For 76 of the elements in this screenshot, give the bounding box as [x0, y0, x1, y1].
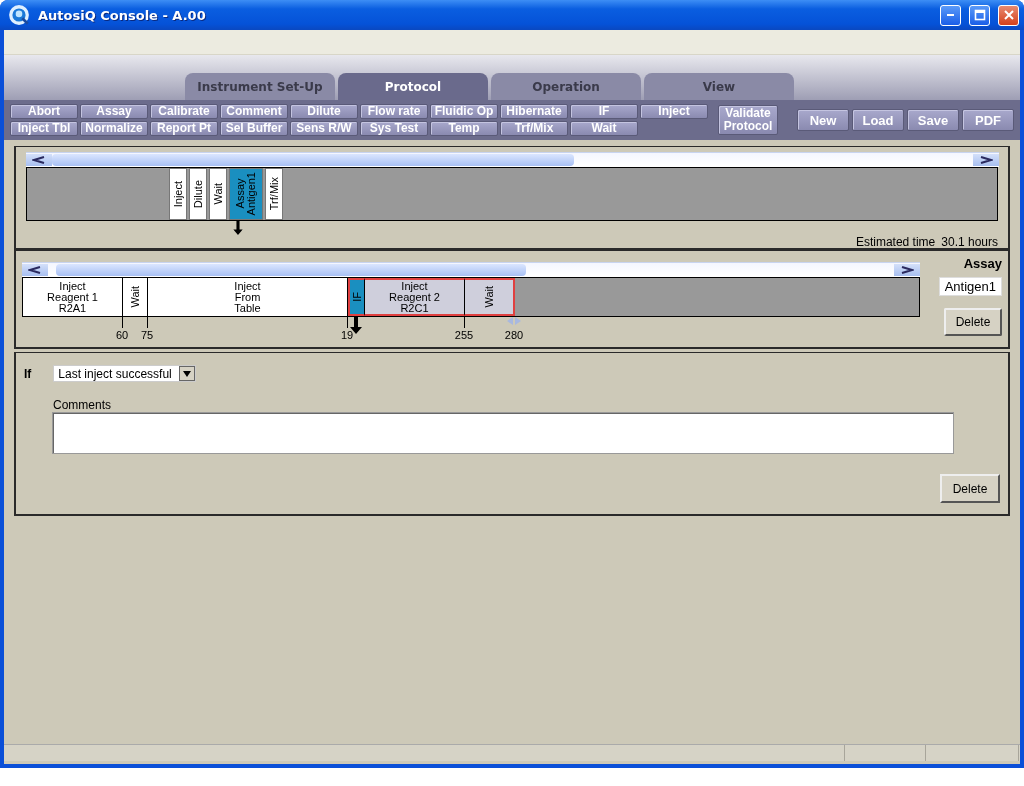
timeline-step[interactable]: Trf/Mix	[265, 168, 283, 220]
sequence-step[interactable]: IF	[348, 278, 365, 316]
timeline-step[interactable]: Assay Antigen1	[229, 168, 263, 220]
tab[interactable]: Instrument Set-Up	[185, 73, 335, 100]
step-button[interactable]: Inject	[640, 104, 708, 119]
scrollbar[interactable]	[26, 152, 999, 167]
dropdown-arrow-icon	[183, 369, 192, 378]
close-icon	[1002, 9, 1015, 21]
sequence-step[interactable]: Inject From Table	[148, 278, 348, 316]
step-button[interactable]: Dilute	[290, 104, 358, 119]
scrollbar-thumb[interactable]	[52, 154, 574, 166]
app-logo-icon	[8, 4, 30, 26]
step-button[interactable]: Fluidic Op	[430, 104, 498, 119]
step-button[interactable]: Trf/Mix	[500, 121, 568, 136]
scrollbar[interactable]	[22, 262, 920, 277]
file-button[interactable]: New	[797, 109, 849, 131]
step-button[interactable]: Temp	[430, 121, 498, 136]
estimated-time-label: Estimated time	[855, 235, 936, 249]
tick-label: 75	[140, 329, 154, 341]
chevron-right-icon	[979, 156, 993, 164]
sequence-step[interactable]: Inject Reagent 2 R2C1	[365, 278, 465, 316]
chevron-left-icon	[28, 266, 42, 274]
step-button[interactable]: Report Pt	[150, 121, 218, 136]
step-button[interactable]: IF	[570, 104, 638, 119]
validate-protocol-button[interactable]: Validate Protocol	[718, 105, 778, 135]
minimize-button[interactable]	[940, 4, 961, 26]
chevron-right-icon	[900, 266, 914, 274]
timeline-step[interactable]: Inject	[169, 168, 187, 220]
estimated-time-value: 30.1 hours	[941, 235, 998, 249]
step-button[interactable]: Calibrate	[150, 104, 218, 119]
delete-button[interactable]: Delete	[940, 474, 1000, 503]
maximize-button[interactable]	[969, 4, 990, 26]
dropdown-value: Last inject successful	[58, 366, 172, 381]
tick-label: 60	[115, 329, 129, 341]
maximize-icon	[973, 9, 986, 21]
tick-label: 19	[340, 329, 354, 341]
if-label: If	[24, 366, 32, 381]
tab[interactable]: Protocol	[338, 73, 488, 100]
step-button[interactable]: Sel Buffer	[220, 121, 288, 136]
delete-button[interactable]: Delete	[944, 308, 1002, 336]
sequence-step[interactable]: Inject Reagent 1 R2A1	[23, 278, 123, 316]
condition-dropdown[interactable]: Last inject successful	[53, 365, 197, 382]
sequence-step[interactable]: Wait	[123, 278, 148, 316]
scroll-right-button[interactable]	[894, 264, 920, 276]
timeline-step[interactable]: Wait	[209, 168, 227, 220]
scroll-right-button[interactable]	[973, 154, 999, 166]
comments-field[interactable]	[52, 412, 954, 454]
step-button[interactable]: Flow rate	[360, 104, 428, 119]
scrollbar-thumb[interactable]	[56, 264, 526, 276]
assay-name-field[interactable]: Antigen1	[938, 277, 1002, 296]
sequence-step[interactable]: Wait	[465, 278, 515, 316]
tick-label: 280	[504, 329, 524, 341]
step-button[interactable]: Assay	[80, 104, 148, 119]
chevron-left-icon	[32, 156, 46, 164]
timeline-step[interactable]: Dilute	[189, 168, 207, 220]
assay-label: Assay	[963, 256, 1002, 271]
minimize-icon	[947, 14, 954, 16]
close-button[interactable]	[998, 4, 1019, 26]
tab[interactable]: View	[644, 73, 794, 100]
step-button[interactable]: Inject Tbl	[10, 121, 78, 136]
scroll-left-button[interactable]	[22, 264, 48, 276]
tab[interactable]: Operation	[491, 73, 641, 100]
file-button[interactable]: PDF	[962, 109, 1014, 131]
step-button[interactable]: Wait	[570, 121, 638, 136]
step-button[interactable]: Sys Test	[360, 121, 428, 136]
step-button[interactable]: Sens R/W	[290, 121, 358, 136]
file-button[interactable]: Save	[907, 109, 959, 131]
scroll-left-button[interactable]	[26, 154, 52, 166]
step-button[interactable]: Normalize	[80, 121, 148, 136]
step-button[interactable]: Abort	[10, 104, 78, 119]
tick-label: 255	[454, 329, 474, 341]
file-button[interactable]: Load	[852, 109, 904, 131]
comments-label: Comments	[53, 398, 112, 412]
window-title: AutosiQ Console - A.00	[38, 7, 207, 23]
step-button[interactable]: Comment	[220, 104, 288, 119]
step-button[interactable]: Hibernate	[500, 104, 568, 119]
